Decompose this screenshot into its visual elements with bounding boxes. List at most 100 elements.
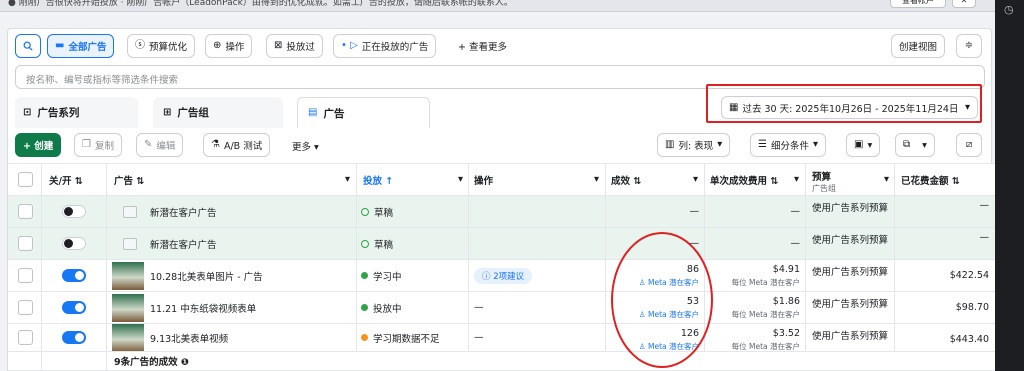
chevron-down-icon[interactable]: ▾ bbox=[345, 164, 350, 195]
duplicate-button[interactable]: ❐ 复制 bbox=[74, 133, 122, 157]
tab-label: 广告 bbox=[323, 107, 345, 120]
amount-spent-value: $422.54 bbox=[949, 270, 989, 281]
table-row[interactable]: 9.13北美表单视频 学习期数据不足 —126 ♙ Meta 潜在客户 $3.52 每位 … bbox=[8, 324, 995, 352]
export-dropdown[interactable]: ⧉ ▾ bbox=[895, 133, 935, 157]
row-checkbox[interactable] bbox=[18, 204, 33, 219]
ab-test-button[interactable]: ⚗ A/B 测试 bbox=[203, 133, 271, 157]
breakdown-dropdown[interactable]: ☰ 细分条件 ▾ bbox=[750, 133, 827, 157]
tab-all-ads[interactable]: ▬ 全部广告 bbox=[47, 34, 115, 58]
export-icon: ⧉ bbox=[903, 139, 911, 150]
edit-label: 编辑 bbox=[156, 141, 176, 152]
columns-dropdown[interactable]: ▥ 列: 表现 ▾ bbox=[657, 133, 731, 157]
ad-name[interactable]: 10.28北美表单图片 - 广告 bbox=[150, 260, 263, 291]
table-row[interactable]: 11.21 中东纸袋视频表单 投放中 —53 ♙ Meta 潜在客户 $1.86 每位 M… bbox=[8, 292, 995, 324]
cost-per-result-value: — bbox=[790, 238, 801, 249]
amount-spent-value: — bbox=[979, 232, 990, 243]
ad-name[interactable]: 11.21 中东纸袋视频表单 bbox=[150, 292, 256, 323]
draft-ad-icon bbox=[123, 237, 137, 250]
tab-label: 投放过 bbox=[286, 42, 315, 53]
delivery-status: 草稿 bbox=[374, 239, 394, 251]
header-actions[interactable]: 操作 bbox=[474, 164, 493, 195]
row-checkbox[interactable] bbox=[18, 300, 33, 315]
select-all-checkbox[interactable] bbox=[18, 172, 33, 187]
table-row[interactable]: 新潜在客户广告 草稿 — — 使用广告系列预算 — bbox=[8, 196, 995, 228]
reports-dropdown[interactable]: ▣ ▾ bbox=[846, 133, 881, 157]
settings-button[interactable]: ≑ bbox=[956, 34, 982, 58]
search-button[interactable] bbox=[15, 34, 41, 58]
recommendations-badge[interactable]: ⓘ 2项建议 bbox=[474, 267, 533, 284]
tab-actions[interactable]: ⊕ 操作 bbox=[205, 34, 253, 58]
ad-icon: ▤ bbox=[308, 107, 318, 118]
tab-ad-sets[interactable]: ⊞ 广告组 bbox=[153, 97, 283, 128]
chevron-down-icon[interactable]: ▾ bbox=[458, 164, 463, 195]
close-banner-button[interactable]: ✕ bbox=[952, 0, 976, 8]
view-account-button[interactable]: 查看帐户 bbox=[890, 0, 946, 8]
duplicate-icon: ❐ bbox=[82, 139, 91, 150]
right-sidebar: ◷ bbox=[995, 0, 1024, 371]
more-dropdown[interactable]: 更多 ▾ bbox=[292, 139, 319, 153]
header-results[interactable]: 成效 ⇅ bbox=[611, 164, 641, 195]
on-off-toggle[interactable] bbox=[62, 205, 86, 218]
header-onoff[interactable]: 关/开 ⇅ bbox=[49, 164, 83, 195]
table-row[interactable]: 10.28北美表单图片 - 广告 学习中 ⓘ 2项建议 86 ♙ Meta 潜在客户 $4… bbox=[8, 260, 995, 292]
flask-icon: ⚗ bbox=[211, 139, 220, 150]
ad-thumbnail[interactable] bbox=[112, 324, 144, 351]
header-delivery[interactable]: 投放 ↑ bbox=[363, 164, 393, 195]
chevron-down-icon[interactable]: ▾ bbox=[794, 164, 799, 195]
chevron-down-icon: ▾ bbox=[964, 101, 970, 113]
cost-per-result-sub: 每位 Meta 潜在客户 bbox=[731, 342, 800, 351]
chevron-down-icon[interactable]: ▾ bbox=[693, 164, 698, 195]
calendar-icon: ▦ bbox=[729, 101, 739, 113]
cost-per-result-value: — bbox=[790, 206, 801, 217]
header-amount-spent[interactable]: 已花费金额 ⇅ bbox=[901, 164, 960, 195]
tab-delivered[interactable]: ⊠ 投放过 bbox=[266, 34, 323, 58]
create-view-button[interactable]: 创建视图 bbox=[891, 34, 946, 58]
budget-value: 使用广告系列预算 bbox=[812, 267, 889, 278]
row-checkbox[interactable] bbox=[18, 268, 33, 283]
on-off-toggle[interactable] bbox=[62, 301, 86, 314]
chart-button[interactable]: ⧄ bbox=[956, 133, 982, 157]
table-row[interactable]: 新潜在客户广告 草稿 — — 使用广告系列预算 — bbox=[8, 228, 995, 260]
on-off-toggle[interactable] bbox=[62, 331, 86, 344]
annotation-circle bbox=[611, 232, 713, 368]
tab-budget-optimization[interactable]: ⓢ 预算优化 bbox=[127, 34, 196, 58]
ad-thumbnail[interactable] bbox=[112, 293, 144, 322]
more-views-link[interactable]: + 查看更多 bbox=[458, 39, 507, 53]
amount-spent-value: $98.70 bbox=[955, 302, 989, 313]
tab-active-ads[interactable]: • ▷ 正在投放的广告 bbox=[333, 34, 437, 58]
pencil-icon: ✎ bbox=[144, 139, 153, 150]
status-dot-icon bbox=[361, 304, 368, 311]
status-dot-icon bbox=[361, 334, 368, 341]
budget-value: 使用广告系列预算 bbox=[812, 203, 889, 214]
tab-label: 全部广告 bbox=[68, 42, 107, 53]
summary-text: 9条广告的成效 ❶ bbox=[114, 357, 189, 368]
header-ad[interactable]: 广告 ⇅ bbox=[114, 164, 144, 195]
chevron-down-icon[interactable]: ▾ bbox=[594, 164, 599, 195]
row-checkbox[interactable] bbox=[18, 236, 33, 251]
create-button[interactable]: + 创建 bbox=[15, 133, 62, 157]
clock-icon[interactable]: ◷ bbox=[1004, 3, 1014, 16]
ab-test-label: A/B 测试 bbox=[223, 141, 263, 152]
chevron-down-icon[interactable]: ▾ bbox=[884, 164, 889, 195]
header-budget[interactable]: 预算 bbox=[812, 169, 831, 183]
ad-name[interactable]: 9.13北美表单视频 bbox=[150, 324, 228, 351]
tab-campaigns[interactable]: ⊡ 广告系列 bbox=[15, 97, 138, 128]
duplicate-label: 复制 bbox=[94, 141, 114, 152]
amount-spent-value: — bbox=[979, 200, 990, 211]
date-range-picker[interactable]: ▦ 过去 30 天: 2025年10月26日 - 2025年11月24日 ▾ bbox=[721, 96, 978, 119]
adset-icon: ⊞ bbox=[163, 106, 172, 118]
tab-label: 预算优化 bbox=[149, 42, 188, 53]
ad-name[interactable]: 新潜在客户广告 bbox=[150, 228, 217, 259]
on-off-toggle[interactable] bbox=[62, 269, 86, 282]
ad-name[interactable]: 新潜在客户广告 bbox=[150, 196, 217, 227]
tab-ads[interactable]: ▤ 广告 bbox=[297, 97, 430, 128]
budget-value: 使用广告系列预算 bbox=[812, 331, 889, 342]
action-icon: ⊕ bbox=[213, 40, 222, 51]
header-cost-per-result[interactable]: 单次成效费用 ⇅ bbox=[710, 164, 778, 195]
on-off-toggle[interactable] bbox=[62, 237, 86, 250]
edit-button[interactable]: ✎ 编辑 bbox=[136, 133, 184, 157]
select-all-cell bbox=[18, 164, 33, 195]
ad-thumbnail[interactable] bbox=[112, 261, 144, 290]
notification-banner: ● 刚刚广告很快将开始投放 · 刚刚广告帐户（LeadonPack）由得到的优化… bbox=[0, 0, 995, 12]
row-checkbox[interactable] bbox=[18, 330, 33, 345]
